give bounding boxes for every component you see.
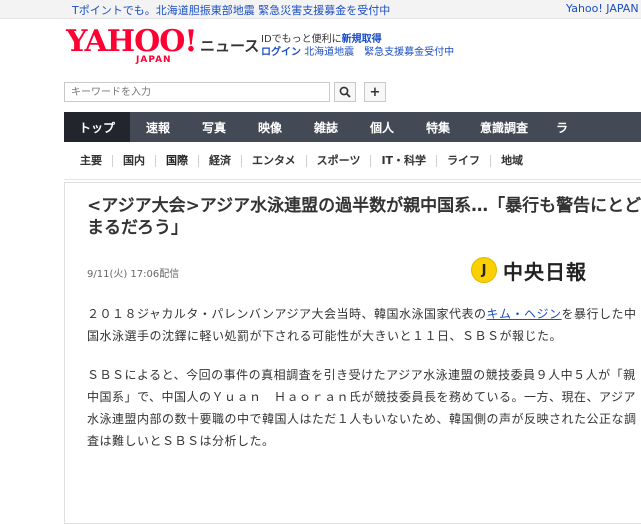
nav-video[interactable]: 映像 [242, 112, 298, 142]
publish-date: 9/11(火) 17:06配信 [87, 269, 180, 280]
nav-top[interactable]: トップ [64, 112, 130, 142]
cat-it-science[interactable]: IT・科学 [370, 155, 436, 167]
cat-sports[interactable]: スポーツ [305, 155, 371, 167]
paragraph: ２０１８ジャカルタ・パレンバンアジア大会当時、韓国水泳国家代表のキム・ヘジンを暴… [87, 303, 641, 347]
login-link[interactable]: ログイン [261, 47, 301, 58]
earthquake-fund-link[interactable]: 北海道地震 緊急支援募金受付中 [304, 47, 454, 58]
paragraph: ＳＢＳによると、今回の事件の真相調査を引き受けたアジア水泳連盟の競技委員９人中５… [87, 368, 637, 448]
cat-international[interactable]: 国際 [155, 155, 198, 167]
search-button[interactable] [334, 82, 356, 102]
logo-japan-text: JAPAN [136, 55, 172, 65]
joongang-mark-icon: J [471, 257, 497, 283]
paragraph-text: ２０１８ジャカルタ・パレンバンアジア大会当時、韓国水泳国家代表の [87, 307, 487, 321]
nav-individuals[interactable]: 個人 [354, 112, 410, 142]
search-icon [339, 86, 351, 98]
nav-breaking[interactable]: 速報 [130, 112, 186, 142]
category-nav: 主要 国内 国際 経済 エンタメ スポーツ IT・科学 ライフ 地域 [64, 149, 641, 173]
source-logo[interactable]: J 中央日報 [471, 255, 587, 285]
person-link[interactable]: キム・ヘジン [487, 307, 562, 321]
header-promo: IDでもっと便利に新規取得 ログイン 北海道地震 緊急支援募金受付中 [261, 33, 454, 59]
cat-life[interactable]: ライフ [436, 155, 490, 167]
cat-entertainment[interactable]: エンタメ [241, 155, 306, 167]
article-body: ２０１８ジャカルタ・パレンバンアジア大会当時、韓国水泳国家代表のキム・ヘジンを暴… [87, 303, 641, 469]
add-button[interactable]: + [364, 82, 386, 102]
disaster-fund-link[interactable]: Tポイントでも。北海道胆振東部地震 緊急災害支援募金を受付中 [72, 2, 390, 18]
yahoo-japan-link[interactable]: Yahoo! JAPAN [566, 2, 639, 15]
top-promo-bar: Tポイントでも。北海道胆振東部地震 緊急災害支援募金を受付中 Yahoo! JA… [0, 0, 641, 19]
logo-wordmark: YAHOO! [66, 24, 198, 59]
plus-icon: + [369, 84, 381, 100]
service-name[interactable]: ニュース [200, 35, 259, 56]
source-name: 中央日報 [503, 259, 587, 284]
main-nav: トップ 速報 写真 映像 雑誌 個人 特集 意識調査 ラ [64, 112, 641, 142]
cat-economy[interactable]: 経済 [198, 155, 241, 167]
cat-main[interactable]: 主要 [64, 155, 112, 167]
nav-more[interactable]: ラ [542, 112, 582, 142]
nav-features[interactable]: 特集 [410, 112, 466, 142]
register-link[interactable]: 新規取得 [342, 34, 382, 45]
nav-survey[interactable]: 意識調査 [466, 112, 542, 142]
search-input[interactable] [64, 82, 330, 102]
cat-regional[interactable]: 地域 [490, 155, 533, 167]
article-title: <アジア大会>アジア水泳連盟の過半数が親中国系…「暴行も警告にとどまるだろう」 [87, 196, 641, 238]
cat-domestic[interactable]: 国内 [112, 155, 155, 167]
divider [64, 179, 641, 180]
nav-photos[interactable]: 写真 [186, 112, 242, 142]
article: <アジア大会>アジア水泳連盟の過半数が親中国系…「暴行も警告にとどまるだろう」 … [64, 182, 641, 524]
yahoo-logo[interactable]: YAHOO! JAPAN [66, 24, 198, 65]
search-bar: + [64, 82, 641, 104]
nav-magazines[interactable]: 雑誌 [298, 112, 354, 142]
promo-text: IDでもっと便利に [261, 34, 342, 45]
